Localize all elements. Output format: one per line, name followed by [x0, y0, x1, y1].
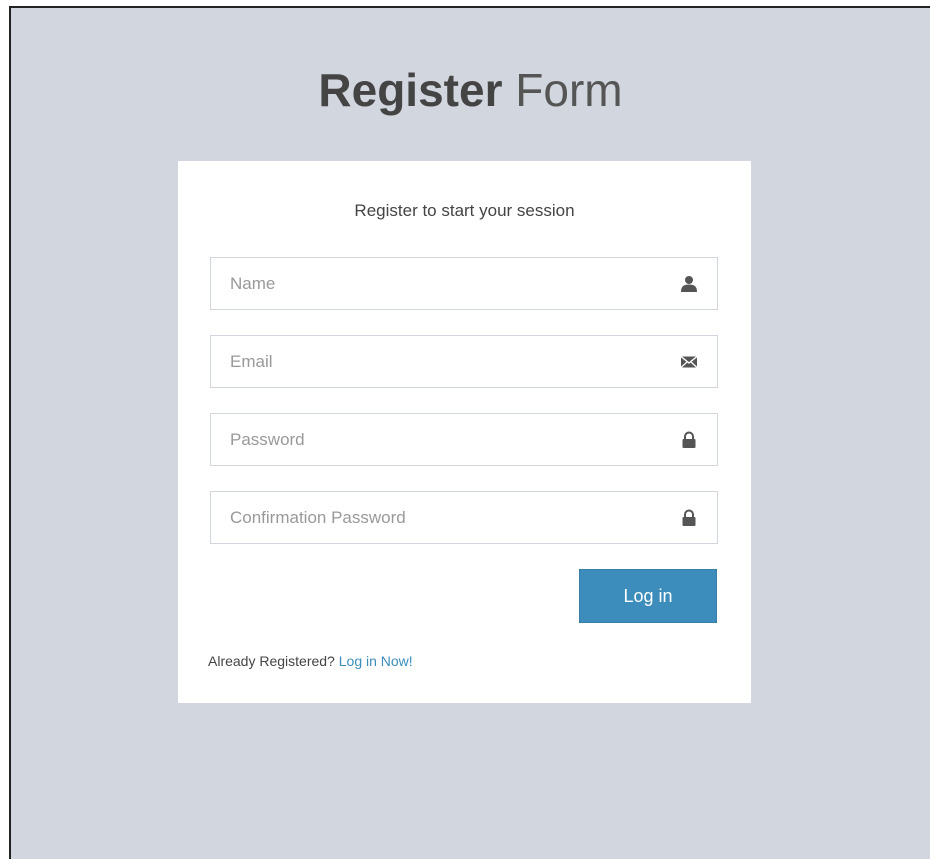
name-field-group: [210, 257, 718, 310]
login-button[interactable]: Log in: [579, 569, 717, 623]
register-subtitle: Register to start your session: [354, 201, 575, 220]
lock-icon: [680, 509, 698, 527]
email-input[interactable]: [211, 336, 660, 387]
confirm-password-field-group: [210, 491, 718, 544]
page-title: Register Form: [11, 62, 930, 118]
name-input[interactable]: [211, 258, 660, 309]
page-title-bold: Register: [318, 64, 503, 116]
lock-icon: [680, 431, 698, 449]
password-field-group: [210, 413, 718, 466]
login-now-link[interactable]: Log in Now!: [339, 653, 413, 669]
user-icon: [680, 275, 698, 293]
page-title-light: Form: [515, 64, 623, 116]
password-input[interactable]: [211, 414, 660, 465]
confirm-password-input[interactable]: [211, 492, 660, 543]
already-registered-label: Already Registered?: [208, 653, 335, 669]
email-field-group: [210, 335, 718, 388]
register-card: Register to start your session Name Emai…: [178, 161, 751, 703]
envelope-icon: [680, 353, 698, 371]
page-background: Register Form Register to start your ses…: [9, 6, 930, 859]
footer-text: Already Registered? Log in Now!: [208, 653, 413, 669]
